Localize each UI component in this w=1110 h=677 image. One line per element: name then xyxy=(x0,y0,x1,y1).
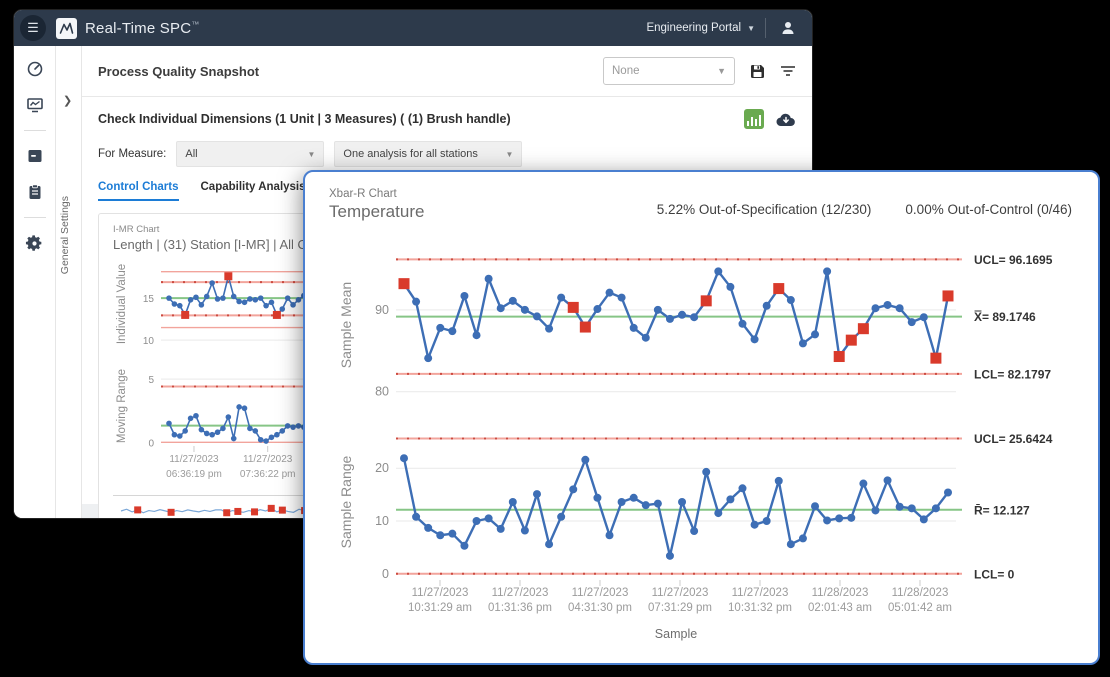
svg-text:Individual Value: Individual Value xyxy=(116,264,128,344)
monitor-chart-icon[interactable] xyxy=(24,94,46,116)
svg-text:UCL= 25.6424: UCL= 25.6424 xyxy=(974,432,1053,446)
for-measure-label: For Measure: xyxy=(98,148,166,160)
top-navigation-bar: ☰ Real-Time SPC™ Engineering Portal ▼ xyxy=(14,10,812,46)
svg-text:10:31:29 am: 10:31:29 am xyxy=(408,602,472,614)
hamburger-menu-icon[interactable]: ☰ xyxy=(20,15,46,41)
xbar-r-control-chart: 80 90 Sample Mean UCL= 96.1695 X̿= 89.1746 LC… xyxy=(311,234,1096,652)
cloud-download-icon[interactable] xyxy=(776,112,796,127)
svg-text:06:36:19 pm: 06:36:19 pm xyxy=(166,469,222,480)
xbar-r-chart-header: Xbar-R Chart Temperature 5.22% Out-of-Sp… xyxy=(305,172,1098,234)
xbar-r-chart-kicker: Xbar-R Chart xyxy=(329,188,1098,200)
chevron-down-icon: ▼ xyxy=(747,24,755,33)
svg-text:Sample Mean: Sample Mean xyxy=(338,282,354,368)
svg-text:Moving Range: Moving Range xyxy=(116,369,128,443)
svg-text:Sample Range: Sample Range xyxy=(338,455,354,548)
svg-text:11/28/2023: 11/28/2023 xyxy=(892,587,949,599)
sidebar-divider xyxy=(24,217,46,218)
chevron-down-icon: ▼ xyxy=(297,150,315,159)
clipboard-icon[interactable] xyxy=(24,181,46,203)
svg-text:11/27/2023: 11/27/2023 xyxy=(243,454,293,465)
svg-text:11/27/2023: 11/27/2023 xyxy=(492,587,549,599)
save-icon[interactable] xyxy=(749,63,766,80)
page-header: Process Quality Snapshot None ▼ xyxy=(82,46,812,97)
svg-text:07:31:29 pm: 07:31:29 pm xyxy=(648,602,712,614)
svg-text:5: 5 xyxy=(148,375,154,386)
analysis-mode-dropdown[interactable]: One analysis for all stations ▼ xyxy=(334,141,522,167)
user-account-icon[interactable] xyxy=(776,16,800,40)
measure-dropdown-value: All xyxy=(185,148,197,160)
filter-icon[interactable] xyxy=(780,64,796,78)
svg-text:UCL= 96.1695: UCL= 96.1695 xyxy=(974,253,1053,267)
svg-text:11/27/2023: 11/27/2023 xyxy=(652,587,709,599)
svg-text:10: 10 xyxy=(375,514,389,528)
svg-text:90: 90 xyxy=(375,303,389,317)
app-title: Real-Time SPC™ xyxy=(85,20,199,37)
topbar-divider xyxy=(765,18,766,38)
svg-text:LCL= 0: LCL= 0 xyxy=(974,567,1015,581)
chevron-down-icon: ▼ xyxy=(495,150,513,159)
svg-text:Sample: Sample xyxy=(655,627,697,641)
svg-text:02:01:43 am: 02:01:43 am xyxy=(808,602,872,614)
svg-text:10: 10 xyxy=(143,336,155,347)
chevron-down-icon: ▼ xyxy=(717,66,726,76)
svg-text:04:31:30 pm: 04:31:30 pm xyxy=(568,602,632,614)
trademark-mark: ™ xyxy=(191,20,199,29)
brand-chart-logo-icon xyxy=(56,18,77,39)
preset-dropdown[interactable]: None ▼ xyxy=(603,57,735,85)
svg-text:X̿= 89.1746: X̿= 89.1746 xyxy=(974,309,1036,324)
svg-text:LCL= 82.1797: LCL= 82.1797 xyxy=(974,367,1051,381)
svg-text:11/28/2023: 11/28/2023 xyxy=(812,587,869,599)
svg-text:01:31:36 pm: 01:31:36 pm xyxy=(488,602,552,614)
svg-text:15: 15 xyxy=(143,294,155,305)
svg-text:10:31:32 pm: 10:31:32 pm xyxy=(728,602,792,614)
svg-text:0: 0 xyxy=(148,438,154,449)
preset-dropdown-value: None xyxy=(612,65,640,77)
archive-box-icon[interactable] xyxy=(24,145,46,167)
svg-text:11/27/2023: 11/27/2023 xyxy=(169,454,219,465)
sidebar-divider xyxy=(24,130,46,131)
svg-text:11/27/2023: 11/27/2023 xyxy=(412,587,469,599)
general-settings-label: General Settings xyxy=(59,196,71,274)
screenshot-canvas: ☰ Real-Time SPC™ Engineering Portal ▼ xyxy=(0,0,1110,677)
portal-selector[interactable]: Engineering Portal ▼ xyxy=(646,22,755,34)
svg-text:0: 0 xyxy=(382,567,389,581)
xbar-r-chart-window: Xbar-R Chart Temperature 5.22% Out-of-Sp… xyxy=(303,170,1100,665)
portal-selector-label: Engineering Portal xyxy=(646,22,741,34)
svg-text:07:36:22 pm: 07:36:22 pm xyxy=(240,469,296,480)
settings-gear-icon[interactable] xyxy=(24,232,46,254)
analysis-panel-title: Check Individual Dimensions (1 Unit | 3 … xyxy=(98,112,511,126)
svg-text:05:01:42 am: 05:01:42 am xyxy=(888,602,952,614)
dashboard-gauge-icon[interactable] xyxy=(24,58,46,80)
svg-text:80: 80 xyxy=(375,385,389,399)
expand-chevron-icon[interactable]: ❯ xyxy=(63,94,72,107)
measure-dropdown[interactable]: All ▼ xyxy=(176,141,324,167)
analysis-mode-dropdown-value: One analysis for all stations xyxy=(343,148,478,160)
svg-text:R̄= 12.127: R̄= 12.127 xyxy=(974,503,1030,517)
out-of-specification-stat: 5.22% Out-of-Specification (12/230) xyxy=(657,202,872,217)
tab-capability-analysis[interactable]: Capability Analysis xyxy=(201,181,306,201)
histogram-icon[interactable] xyxy=(744,109,764,129)
out-of-control-stat: 0.00% Out-of-Control (0/46) xyxy=(905,202,1072,217)
general-settings-collapsed-panel: ❯ General Settings xyxy=(56,46,82,518)
tab-control-charts[interactable]: Control Charts xyxy=(98,181,179,201)
svg-text:11/27/2023: 11/27/2023 xyxy=(732,587,789,599)
page-title: Process Quality Snapshot xyxy=(98,64,259,79)
svg-text:11/27/2023: 11/27/2023 xyxy=(572,587,629,599)
left-icon-sidebar xyxy=(14,46,56,518)
svg-text:20: 20 xyxy=(375,461,389,475)
